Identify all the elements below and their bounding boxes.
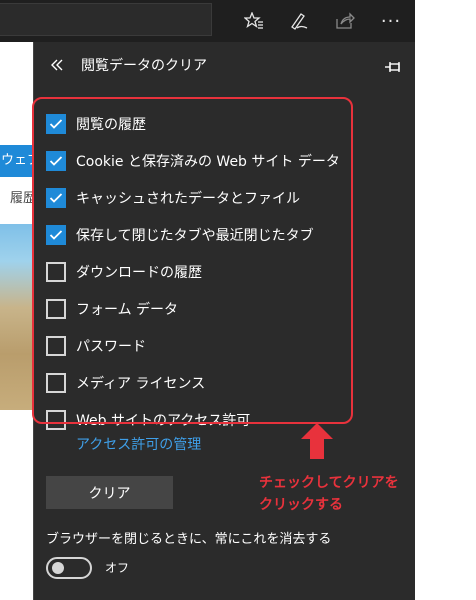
option-label: キャッシュされたデータとファイル xyxy=(76,190,300,207)
pin-icon[interactable] xyxy=(382,56,404,78)
page-text-history: 履歴 xyxy=(10,191,33,206)
pen-icon[interactable] xyxy=(284,6,314,36)
annotation-text: チェックしてクリアを クリックする xyxy=(259,472,409,516)
manage-permissions-link[interactable]: アクセス許可の管理 xyxy=(76,434,201,454)
checkbox[interactable] xyxy=(46,187,66,208)
option-cookies[interactable]: Cookie と保存済みの Web サイト データ xyxy=(46,142,356,179)
option-browsing-history[interactable]: 閲覧の履歴 xyxy=(46,105,356,142)
option-label: Cookie と保存済みの Web サイト データ xyxy=(76,153,340,170)
panel-header: 閲覧データのクリア xyxy=(34,42,415,90)
page-beach-image xyxy=(0,224,33,410)
more-options-icon[interactable]: ··· xyxy=(376,6,406,36)
annotation-line-2: クリックする xyxy=(259,497,343,513)
option-label: 閲覧の履歴 xyxy=(76,116,146,133)
checkbox[interactable] xyxy=(46,335,66,356)
checkbox[interactable] xyxy=(46,372,66,393)
toggle-knob xyxy=(52,562,64,574)
checkbox[interactable] xyxy=(46,224,66,245)
up-arrow-icon xyxy=(301,423,333,459)
option-label: 保存して閉じたタブや最近閉じたタブ xyxy=(76,227,314,244)
always-clear-toggle[interactable] xyxy=(46,557,92,579)
right-margin xyxy=(415,0,476,600)
option-label: フォーム データ xyxy=(76,301,179,318)
always-clear-label: ブラウザーを閉じるときに、常にこれを消去する xyxy=(46,532,332,547)
option-form-data[interactable]: フォーム データ xyxy=(46,290,356,327)
checkbox[interactable] xyxy=(46,409,66,430)
browser-toolbar: ··· xyxy=(0,0,415,42)
clear-button[interactable]: クリア xyxy=(46,476,173,509)
option-download-history[interactable]: ダウンロードの履歴 xyxy=(46,253,356,290)
checkbox[interactable] xyxy=(46,261,66,282)
option-label: パスワード xyxy=(76,338,146,355)
option-closed-tabs[interactable]: 保存して閉じたタブや最近閉じたタブ xyxy=(46,216,356,253)
share-icon[interactable] xyxy=(330,6,360,36)
toggle-state-label: オフ xyxy=(105,561,130,575)
option-passwords[interactable]: パスワード xyxy=(46,327,356,364)
back-icon[interactable] xyxy=(46,54,68,76)
panel-title: 閲覧データのクリア xyxy=(81,58,207,74)
annotation-line-1: チェックしてクリアを xyxy=(259,475,399,491)
option-label: ダウンロードの履歴 xyxy=(76,264,202,281)
address-bar[interactable] xyxy=(0,3,212,36)
option-cached-data[interactable]: キャッシュされたデータとファイル xyxy=(46,179,356,216)
clear-browsing-data-panel: 閲覧データのクリア 閲覧の履歴 Cookie と保存済みの Web サイト デー… xyxy=(33,42,415,600)
option-label: Web サイトのアクセス許可 xyxy=(76,412,251,429)
option-label: メディア ライセンス xyxy=(76,375,206,392)
web-page-content: ウェブ 履歴 were xyxy=(0,42,33,600)
page-tab-label: ウェブ xyxy=(0,145,33,177)
favorites-icon[interactable] xyxy=(239,6,269,36)
checkbox[interactable] xyxy=(46,150,66,171)
checkbox[interactable] xyxy=(46,298,66,319)
option-media-licenses[interactable]: メディア ライセンス xyxy=(46,364,356,401)
checkbox[interactable] xyxy=(46,113,66,134)
clear-options-list: 閲覧の履歴 Cookie と保存済みの Web サイト データ キャッシュされた… xyxy=(46,105,356,438)
